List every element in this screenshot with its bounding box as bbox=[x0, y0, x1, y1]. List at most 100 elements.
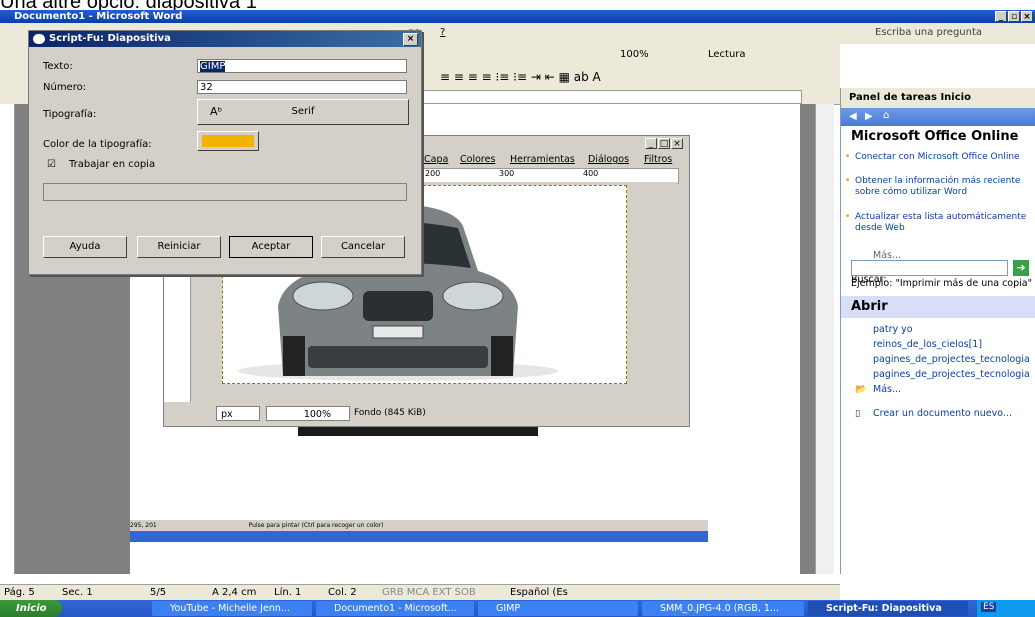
recent-file-3[interactable]: pagines_de_projectes_tecnologia bbox=[873, 354, 1030, 365]
numero-label: Número: bbox=[43, 82, 87, 93]
online-section-title: Microsoft Office Online bbox=[841, 126, 1035, 148]
minimize-button[interactable]: _ bbox=[995, 11, 1007, 22]
search-go-icon[interactable]: ➔ bbox=[1013, 260, 1029, 276]
cancel-button[interactable]: Cancelar bbox=[321, 236, 405, 258]
tipografia-label: Tipografía: bbox=[43, 109, 97, 120]
inner-status-bar: 295, 201 Pulse para pintar (Ctrl para re… bbox=[130, 520, 708, 531]
new-doc-icon: ▯ bbox=[855, 408, 861, 419]
online-link-1[interactable]: Conectar con Microsoft Office Online bbox=[845, 152, 1030, 163]
back-icon[interactable]: ◀ bbox=[849, 111, 857, 122]
ask-question-box[interactable]: Escriba una pregunta bbox=[875, 27, 982, 38]
reset-button-label: Reiniciar bbox=[157, 241, 201, 252]
task-word[interactable]: Documento1 - Microsoft... bbox=[316, 601, 474, 616]
inner-status-hint: Pulse para pintar (Ctrl para recoger un … bbox=[248, 522, 384, 529]
task-pane-nav: ◀ ▶ ⌂ bbox=[841, 108, 1035, 126]
window-title: Documento1 - Microsoft Word bbox=[14, 11, 183, 22]
gimp-status-bar: px 100% Fondo (845 KiB) bbox=[164, 402, 689, 426]
close-button[interactable]: × bbox=[1021, 11, 1033, 22]
gimp-minimize-button[interactable]: _ bbox=[645, 138, 657, 149]
vertical-scrollbar[interactable] bbox=[815, 104, 834, 574]
copia-checkbox[interactable]: ☑ bbox=[47, 159, 56, 170]
task-smm-image[interactable]: SMM_0.JPG-4.0 (RGB, 1... bbox=[642, 601, 804, 616]
status-flags: GRB MCA EXT SOB bbox=[382, 587, 476, 598]
task-scriptfu[interactable]: Script-Fu: Diapositiva bbox=[808, 601, 968, 616]
gimp-close-button[interactable]: × bbox=[671, 138, 683, 149]
status-col: Col. 2 bbox=[328, 587, 357, 598]
scriptfu-title: Script-Fu: Diapositiva bbox=[49, 33, 171, 44]
recent-file-4[interactable]: pagines_de_projectes_tecnologia bbox=[873, 369, 1030, 380]
font-value: Serif bbox=[291, 106, 315, 117]
open-more-link[interactable]: Más... bbox=[873, 384, 901, 395]
inner-status-coords: 295, 201 bbox=[130, 522, 157, 529]
status-language: Español (Es bbox=[510, 587, 568, 598]
restore-button[interactable]: ▫ bbox=[1008, 11, 1020, 22]
window-controls: _ ▫ × bbox=[995, 11, 1033, 22]
accept-button-label: Aceptar bbox=[251, 241, 291, 252]
font-icon: Aᵇ bbox=[210, 105, 223, 118]
texto-input[interactable]: GIMP bbox=[197, 59, 407, 73]
zoom-select[interactable]: 100% bbox=[620, 49, 649, 60]
home-icon[interactable]: ⌂ bbox=[883, 110, 889, 121]
search-input[interactable] bbox=[851, 260, 1008, 276]
gimp-window-controls: _ □ × bbox=[645, 138, 683, 149]
texto-value: GIMP bbox=[200, 61, 226, 72]
status-page: Pág. 5 bbox=[4, 587, 35, 598]
zoom-select[interactable]: 100% bbox=[266, 406, 350, 421]
forward-icon[interactable]: ▶ bbox=[865, 111, 873, 122]
copia-label: Trabajar en copia bbox=[69, 159, 156, 170]
help-button[interactable]: Ayuda bbox=[43, 236, 127, 258]
scriptfu-title-bar: Script-Fu: Diapositiva × bbox=[29, 31, 421, 47]
progress-bar bbox=[43, 183, 407, 201]
gimp-menu-capa[interactable]: Capa bbox=[424, 154, 448, 165]
start-button[interactable]: Inicio bbox=[0, 600, 62, 617]
task-youtube[interactable]: YouTube - Michelle Jenn... bbox=[152, 601, 312, 616]
reading-button[interactable]: Lectura bbox=[708, 49, 746, 60]
font-select-button[interactable]: Aᵇ Serif bbox=[197, 99, 409, 125]
ruler-label: 400 bbox=[583, 169, 599, 178]
numero-input[interactable]: 32 bbox=[197, 80, 407, 94]
task-gimp[interactable]: GIMP bbox=[478, 601, 638, 616]
open-section-title: Abrir bbox=[841, 296, 1035, 318]
color-label: Color de la tipografía: bbox=[43, 139, 152, 150]
color-swatch bbox=[202, 135, 254, 147]
task-pane-header: Panel de tareas Inicio bbox=[841, 88, 1035, 108]
status-at: A 2,4 cm bbox=[212, 587, 257, 598]
windows-taskbar: Inicio YouTube - Michelle Jenn... Docume… bbox=[0, 600, 1035, 617]
unit-select[interactable]: px bbox=[216, 406, 260, 421]
recent-file-2[interactable]: reinos_de_los_cielos[1] bbox=[873, 339, 982, 350]
online-link-3[interactable]: Actualizar esta lista automáticamente de… bbox=[845, 212, 1030, 234]
layer-status: Fondo (845 KiB) bbox=[354, 408, 426, 418]
system-tray: ES bbox=[977, 600, 1035, 617]
word-title-bar: Documento1 - Microsoft Word _ ▫ × bbox=[0, 10, 1035, 23]
vertical-ruler bbox=[0, 104, 15, 574]
recent-file-1[interactable]: patry yo bbox=[873, 324, 913, 335]
search-example: Ejemplo: "Imprimir más de una copia" bbox=[851, 278, 1032, 289]
new-document-link[interactable]: Crear un documento nuevo... bbox=[873, 408, 1012, 419]
align-icons[interactable]: ≡ ≡ ≡ ≡ ⁝≡ ⁝≡ ⇥ ⇤ ▦ ab A bbox=[440, 70, 601, 84]
status-line: Lín. 1 bbox=[274, 587, 302, 598]
gimp-maximize-button[interactable]: □ bbox=[658, 138, 670, 149]
task-pane-title: Panel de tareas Inicio bbox=[849, 92, 971, 103]
color-button[interactable] bbox=[197, 131, 259, 151]
status-pages: 5/5 bbox=[150, 587, 167, 598]
reset-button[interactable]: Reiniciar bbox=[137, 236, 221, 258]
gimp-menu-dialogos[interactable]: Diálogos bbox=[588, 154, 629, 165]
word-status-bar: Pág. 5 Sec. 1 5/5 A 2,4 cm Lín. 1 Col. 2… bbox=[0, 584, 840, 601]
scriptfu-dialog: Script-Fu: Diapositiva × Texto: GIMP Núm… bbox=[28, 30, 422, 275]
accept-button[interactable]: Aceptar bbox=[229, 236, 313, 258]
close-icon[interactable]: × bbox=[403, 33, 418, 46]
gimp-menu-colores[interactable]: Colores bbox=[460, 154, 495, 165]
folder-icon: 📂 bbox=[855, 384, 867, 395]
status-sec: Sec. 1 bbox=[62, 587, 93, 598]
language-indicator[interactable]: ES bbox=[981, 602, 997, 612]
task-pane: Panel de tareas Inicio ◀ ▶ ⌂ Microsoft O… bbox=[840, 88, 1035, 574]
start-label: Inicio bbox=[16, 603, 47, 614]
gimp-menu-filtros[interactable]: Filtros bbox=[644, 154, 672, 165]
inner-taskbar-image bbox=[130, 531, 708, 542]
gimp-logo-icon bbox=[33, 34, 45, 44]
online-link-2[interactable]: Obtener la información más reciente sobr… bbox=[845, 176, 1030, 198]
menu-item-help[interactable]: ? bbox=[440, 27, 445, 38]
gimp-menu-herramientas[interactable]: Herramientas bbox=[510, 154, 575, 165]
image-strip bbox=[298, 426, 538, 436]
ruler-label: 300 bbox=[499, 169, 515, 178]
